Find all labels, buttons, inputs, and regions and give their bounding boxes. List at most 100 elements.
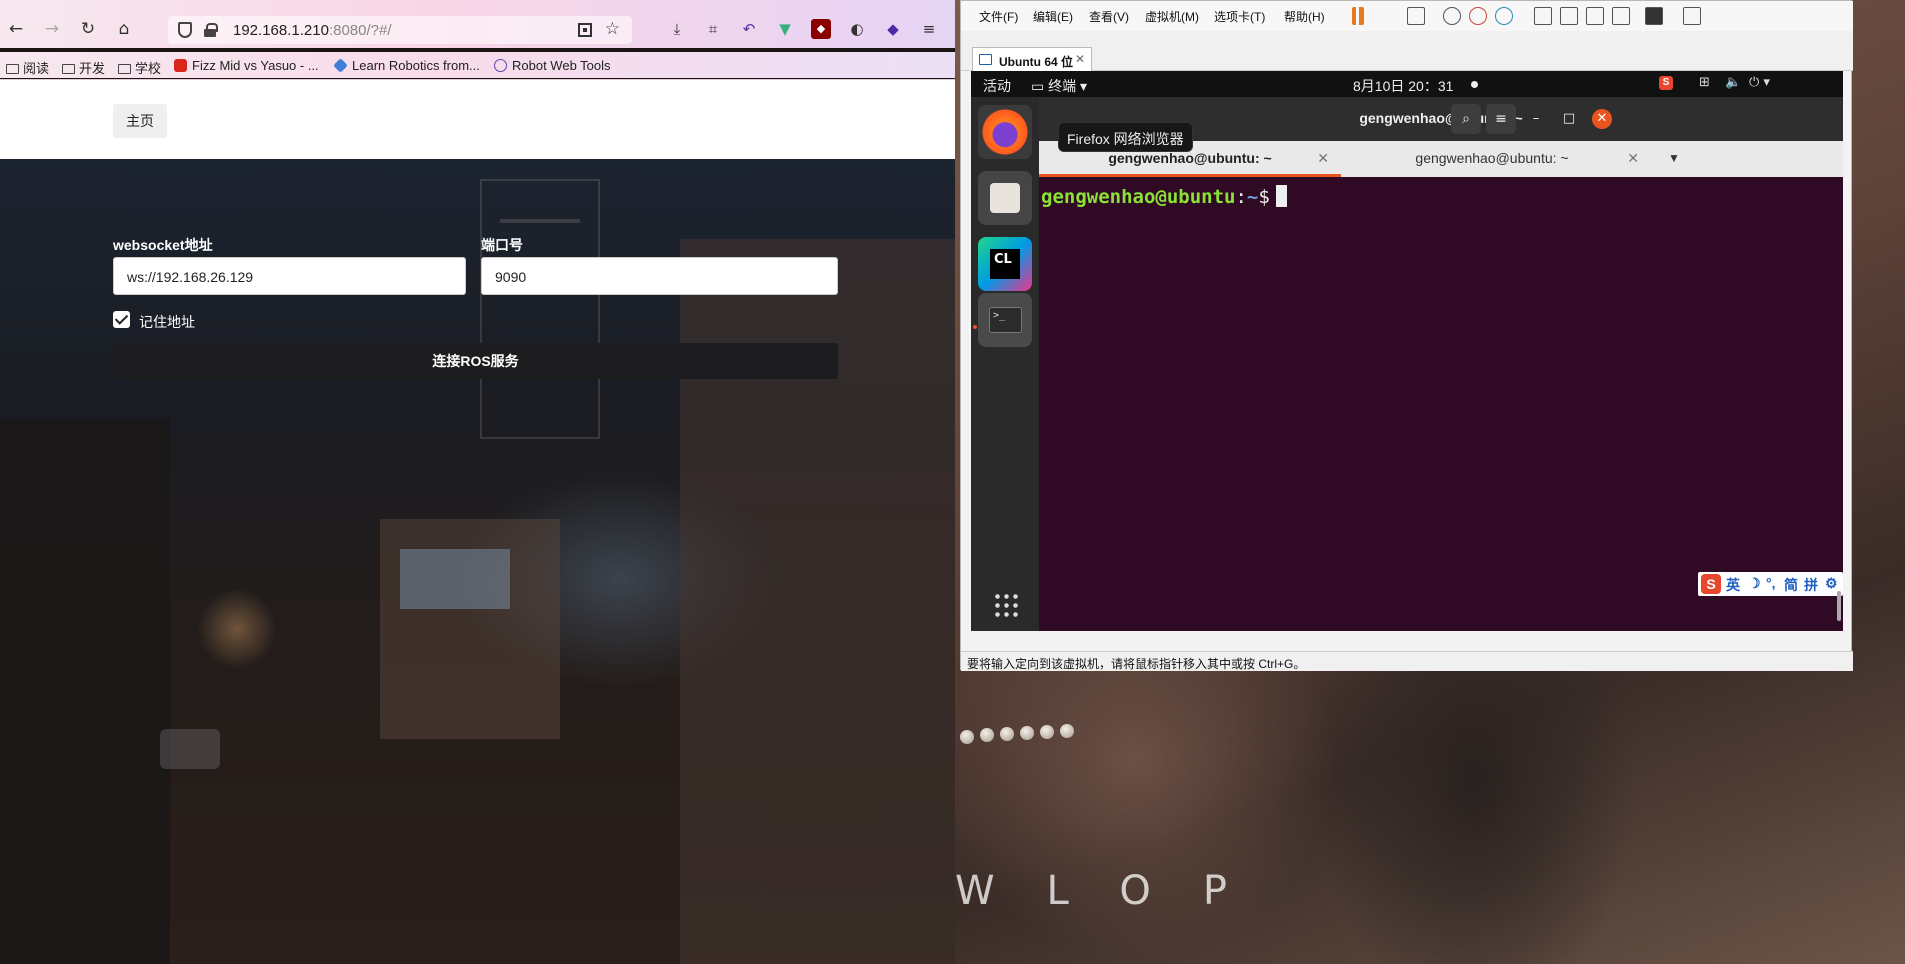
ubuntu-guest-screen[interactable]: 活动 ▭ 终端 ▾ 8月10日 20：31 S ⊞ 🔈 ⏻ ▾ CL >_ ge… [971,71,1843,631]
websocket-address-input[interactable]: ws://192.168.26.129 [113,257,466,295]
console-view-icon[interactable] [1645,7,1663,25]
send-ctrl-alt-del-icon[interactable] [1407,7,1425,25]
ime-settings-icon[interactable]: ⚙ [1825,575,1838,592]
parked-car-shape [160,729,220,769]
proton-icon[interactable]: ◆ [883,19,903,39]
bookmark-label: 开发 [79,61,106,76]
unity-icon[interactable] [1612,7,1630,25]
activities-button[interactable]: 活动 [983,76,1011,96]
bookmark-folder-school[interactable]: 学校 [118,58,161,77]
menu-vm[interactable]: 虚拟机(M) [1145,8,1199,25]
clion-dock-icon[interactable]: CL [978,237,1032,291]
download-icon[interactable]: ⤓ [667,19,687,39]
terminal-tab-2[interactable]: gengwenhao@ubuntu: ~ ✕ [1341,141,1643,177]
url-path: :8080/?#/ [328,22,392,39]
ime-punct-icon[interactable]: °, [1766,575,1776,591]
browser-toolbar: ← → ↻ ⌂ 192.168.1.210:8080/?#/ ☆ ⤓ ⌗ ↶ ▼… [0,0,955,48]
snapshot-icon[interactable] [1443,7,1461,25]
pause-icon[interactable] [1352,7,1364,25]
close-window-icon[interactable]: ✕ [1592,109,1612,129]
tab-ubuntu-vm[interactable]: Ubuntu 64 位 ✕ [972,47,1092,71]
terminal-dock-icon[interactable]: >_ [978,293,1032,347]
home-icon[interactable]: ⌂ [114,19,134,39]
running-indicator-icon [973,325,977,329]
show-applications-icon[interactable] [993,592,1019,618]
ublock-icon[interactable]: ◆ [811,19,831,39]
remember-address-checkbox[interactable] [113,311,130,328]
stretch-icon[interactable] [1683,7,1701,25]
websocket-label: websocket地址 [113,237,213,253]
menu-view[interactable]: 查看(V) [1089,8,1129,25]
terminal-app-menu[interactable]: ▭ 终端 ▾ [1031,76,1087,96]
snapshot-manager-icon[interactable] [1495,7,1513,25]
menu-hamburger-icon[interactable]: ≡ [919,19,939,39]
lit-window-shape [400,549,510,609]
extension-mask-icon[interactable]: ◐ [847,19,867,39]
fullscreen-icon[interactable] [1586,7,1604,25]
youtube-favicon-icon [174,59,187,72]
url-text[interactable]: 192.168.1.210:8080/?#/ [233,22,392,39]
menu-file[interactable]: 文件(F) [979,8,1018,25]
forward-arrow-icon[interactable]: → [42,19,62,39]
clock[interactable]: 8月10日 20：31 [1353,76,1453,96]
url-bar[interactable]: 192.168.1.210:8080/?#/ ☆ [168,16,632,44]
vmware-status-text: 要将输入定向到该虚拟机，请将鼠标指针移入其中或按 Ctrl+G。 [967,657,1306,671]
ime-moon-icon[interactable]: ☽ [1748,575,1761,592]
terminal-scrollbar[interactable] [1837,591,1841,621]
undo-extension-icon[interactable]: ↶ [739,19,759,39]
terminal-menu-icon[interactable]: ≡ [1486,104,1516,134]
bead-shape [1000,727,1014,741]
clion-logo-text: CL [990,249,1020,279]
folder-icon [118,64,131,74]
vue-devtools-icon[interactable]: ▼ [775,19,795,39]
close-tab-icon[interactable]: ✕ [1075,52,1085,66]
connect-ros-button[interactable]: 连接ROS服务 [113,343,838,379]
files-dock-icon[interactable] [978,171,1032,225]
terminal-glyph-icon: >_ [989,307,1022,333]
folder-icon [6,64,19,74]
sidebar-toggle-icon[interactable] [1534,7,1552,25]
menu-tabs[interactable]: 选项卡(T) [1214,8,1265,25]
terminal-content[interactable]: gengwenhao@ubuntu:~$ [1039,177,1843,631]
home-nav-button[interactable]: 主页 [113,104,167,138]
bookmark-robotics[interactable]: Learn Robotics from... [333,58,480,73]
ime-lang-toggle[interactable]: 英 [1726,575,1740,595]
bookmark-folder-read[interactable]: 阅读 [6,58,49,77]
lock-icon[interactable] [204,23,218,37]
revert-snapshot-icon[interactable] [1469,7,1487,25]
crop-screenshot-icon[interactable]: ⌗ [703,19,723,39]
volume-icon[interactable]: 🔈 [1725,75,1741,90]
sogou-logo-icon[interactable]: S [1701,574,1721,594]
power-icon[interactable]: ⏻ ▾ [1749,75,1770,90]
ime-pinyin-toggle[interactable]: 拼 [1804,575,1818,595]
remember-address-label[interactable]: 记住地址 [139,312,195,332]
port-input[interactable]: 9090 [481,257,838,295]
menu-edit[interactable]: 编辑(E) [1033,8,1073,25]
prompt-user: gengwenhao@ubuntu [1041,186,1236,208]
tracking-shield-icon[interactable] [178,22,192,38]
close-tab-icon[interactable]: ✕ [1627,141,1639,175]
minimize-icon[interactable]: – [1526,109,1546,129]
url-host: 192.168.1.210 [233,22,329,39]
firefox-dock-icon[interactable] [978,105,1032,159]
bookmark-fizz[interactable]: Fizz Mid vs Yasuo - ... [174,58,319,73]
bookmark-folder-dev[interactable]: 开发 [62,58,105,77]
terminal-search-icon[interactable]: ⌕ [1451,104,1481,134]
close-tab-icon[interactable]: ✕ [1317,141,1329,175]
tabs-dropdown-icon[interactable]: ▼ [1665,141,1683,177]
ime-simplified-toggle[interactable]: 简 [1784,575,1798,595]
back-arrow-icon[interactable]: ← [6,19,26,39]
sogou-ime-toolbar[interactable]: S 英 ☽ °, 简 拼 ⚙ [1698,572,1843,596]
bookmark-robot-web-tools[interactable]: Robot Web Tools [494,58,611,73]
terminal-cursor [1275,185,1287,207]
qr-code-icon[interactable] [578,23,592,37]
thumbnail-bar-icon[interactable] [1560,7,1578,25]
maximize-icon[interactable]: □ [1559,109,1579,129]
bookmark-star-icon[interactable]: ☆ [605,19,620,39]
reload-icon[interactable]: ↻ [78,19,98,39]
menu-help[interactable]: 帮助(H) [1284,8,1325,25]
sogou-tray-icon[interactable]: S [1659,76,1673,90]
vm-tab-label: Ubuntu 64 位 [999,55,1073,69]
bead-shape [1040,725,1054,739]
network-icon[interactable]: ⊞ [1699,75,1710,90]
